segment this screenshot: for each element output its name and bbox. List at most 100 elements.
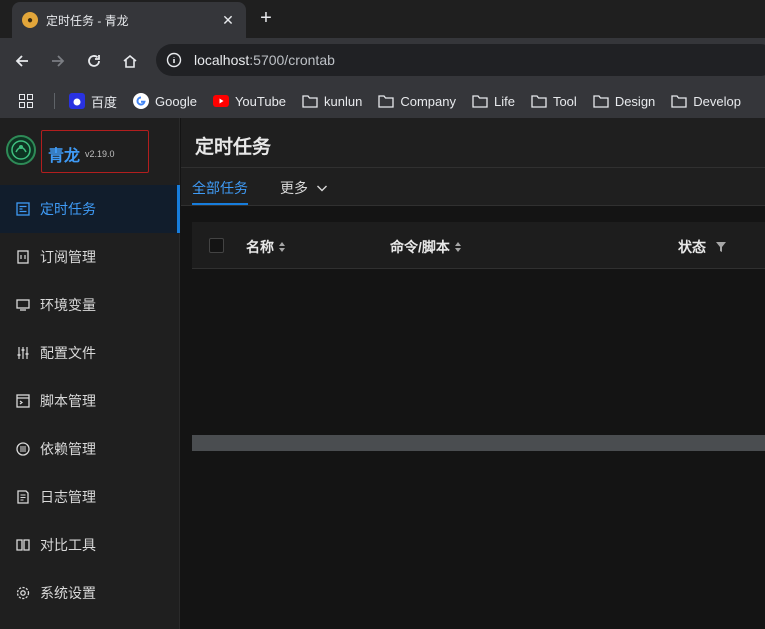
subscription-icon [16, 250, 30, 264]
sidebar-item-label: 日志管理 [40, 489, 96, 505]
diff-icon [16, 538, 30, 552]
sidebar-item-logs[interactable]: 日志管理 [0, 473, 180, 521]
bookmark-label: 百度 [91, 94, 118, 110]
sidebar-item-label: 脚本管理 [40, 393, 96, 409]
bookmark-label: Tool [552, 93, 577, 109]
url-host: localhost [194, 52, 250, 68]
back-button[interactable] [11, 50, 33, 72]
bookmark-folder-design[interactable]: Design [593, 93, 655, 109]
sidebar-item-subscription[interactable]: 订阅管理 [0, 233, 180, 281]
table-header: 名称 命令/脚本 状态 [192, 222, 765, 269]
bookmark-youtube[interactable]: YouTube [212, 93, 287, 109]
baidu-icon [69, 93, 85, 109]
qinglong-logo-icon [6, 135, 36, 165]
bookmark-label: Life [493, 93, 515, 109]
bookmark-label: YouTube [234, 93, 287, 109]
bookmark-folder-life[interactable]: Life [472, 93, 515, 109]
new-tab-button[interactable]: + [256, 8, 276, 30]
column-label: 名称 [246, 239, 274, 255]
close-tab-icon[interactable]: ✕ [220, 12, 236, 29]
sidebar-item-dependence[interactable]: 依赖管理 [0, 425, 180, 473]
bookmark-folder-company[interactable]: Company [378, 93, 456, 109]
home-icon [123, 54, 137, 68]
app-version: v2.19.0 [85, 149, 115, 159]
tab-all-tasks[interactable]: 全部任务 [192, 178, 248, 198]
reload-icon [88, 55, 100, 67]
column-header-status[interactable]: 状态 [678, 237, 726, 257]
folder-icon [378, 93, 394, 109]
folder-icon [671, 93, 687, 109]
sidebar-item-env[interactable]: 环境变量 [0, 281, 180, 329]
arrow-left-icon [15, 55, 28, 67]
column-header-command[interactable]: 命令/脚本 [390, 237, 462, 257]
site-info-icon[interactable] [166, 52, 182, 68]
sidebar-item-label: 依赖管理 [40, 441, 96, 457]
settings-icon [16, 586, 30, 600]
sort-icon [279, 242, 285, 252]
folder-icon [593, 93, 609, 109]
browser-tab-strip: ● 定时任务 - 青龙 ✕ + [0, 0, 765, 38]
forward-button[interactable] [47, 50, 69, 72]
tab-more-dropdown[interactable]: 更多 [280, 178, 328, 198]
reload-button[interactable] [83, 50, 105, 72]
sidebar-item-settings[interactable]: 系统设置 [0, 569, 180, 617]
folder-icon [531, 93, 547, 109]
bookmark-label: Design [614, 93, 656, 109]
url-text: localhost:5700/crontab [194, 52, 335, 68]
app-name: 青龙 [48, 148, 81, 165]
sidebar: 青龙 v2.19.0 定时任务 订阅管理 环境变量 配置文件 脚本管理 依赖管理… [0, 118, 180, 629]
youtube-icon [212, 93, 229, 109]
browser-tab-title: 定时任务 - 青龙 [46, 13, 129, 28]
horizontal-scrollbar[interactable] [192, 435, 765, 451]
sort-icon [454, 242, 461, 252]
folder-icon [472, 93, 488, 109]
address-bar[interactable]: localhost:5700/crontab [156, 44, 765, 76]
main-content: 定时任务 全部任务 更多 名称 命令/脚本 状态 [181, 118, 765, 629]
home-button[interactable] [119, 50, 141, 72]
bookmark-label: kunlun [324, 93, 363, 109]
apps-grid-icon [18, 93, 34, 109]
arrow-right-icon [52, 55, 65, 67]
script-icon [16, 394, 30, 408]
sidebar-item-crontab[interactable]: 定时任务 [0, 185, 180, 233]
logo-area[interactable]: 青龙 v2.19.0 [0, 118, 180, 180]
dependence-icon [16, 442, 30, 456]
crontab-icon [16, 202, 30, 216]
bookmarks-bar: 百度 Google YouTube kunlun Company Life To… [0, 84, 765, 118]
bookmark-baidu[interactable]: 百度 [69, 92, 117, 111]
env-icon [16, 298, 30, 312]
bookmark-label: Company [400, 93, 456, 109]
sidebar-item-config[interactable]: 配置文件 [0, 329, 180, 377]
sidebar-item-label: 配置文件 [40, 345, 96, 361]
page-title: 定时任务 [195, 137, 272, 158]
browser-toolbar: localhost:5700/crontab [0, 38, 765, 84]
config-icon [16, 346, 30, 360]
sidebar-item-scripts[interactable]: 脚本管理 [0, 377, 180, 425]
browser-tab[interactable]: ● 定时任务 - 青龙 ✕ [12, 2, 246, 38]
sidebar-item-label: 系统设置 [40, 585, 96, 601]
bookmark-folder-develop[interactable]: Develop [671, 93, 741, 109]
sidebar-item-label: 环境变量 [40, 297, 96, 313]
folder-icon [302, 93, 318, 109]
bookmarks-separator [54, 93, 55, 109]
sidebar-item-label: 订阅管理 [40, 249, 96, 265]
google-icon [133, 93, 150, 109]
apps-button[interactable] [18, 93, 40, 109]
sidebar-menu: 定时任务 订阅管理 环境变量 配置文件 脚本管理 依赖管理 日志管理 对比工具 … [0, 185, 180, 617]
select-all-checkbox[interactable] [209, 238, 224, 253]
sidebar-item-diff[interactable]: 对比工具 [0, 521, 180, 569]
tab-more-label: 更多 [280, 180, 308, 196]
bookmark-folder-tool[interactable]: Tool [531, 93, 577, 109]
bookmark-folder-kunlun[interactable]: kunlun [302, 93, 362, 109]
active-tab-indicator [192, 203, 248, 205]
chevron-down-icon [317, 185, 327, 192]
page-header: 定时任务 [181, 118, 765, 168]
crontab-table: 名称 命令/脚本 状态 [192, 222, 765, 451]
log-icon [16, 490, 30, 504]
bookmark-google[interactable]: Google [133, 93, 197, 109]
bookmark-label: Develop [693, 93, 741, 109]
qinglong-favicon-icon: ● [22, 12, 38, 28]
column-header-name[interactable]: 名称 [246, 237, 286, 257]
column-label: 命令/脚本 [390, 239, 450, 255]
sidebar-item-label: 定时任务 [40, 201, 96, 217]
